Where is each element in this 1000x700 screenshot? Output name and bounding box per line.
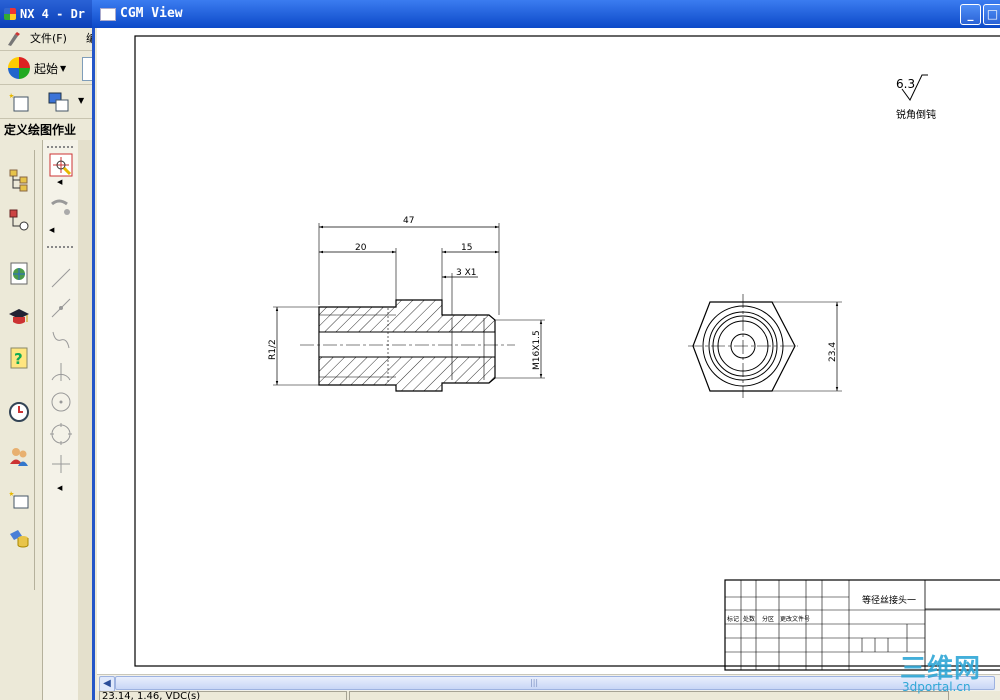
- chevron-down-icon[interactable]: ▼: [78, 96, 84, 105]
- svg-text:?: ?: [14, 350, 23, 368]
- training-icon[interactable]: [8, 306, 30, 330]
- resource-bar: ?: [4, 150, 35, 590]
- finish-value: 6.3: [896, 77, 915, 91]
- surface-finish-symbol: 6.3 锐角倒钝: [896, 74, 936, 121]
- dim-pipe-thread: R1/2: [268, 339, 278, 360]
- coordinate-readout: 23.14, 1.46, VDC(s): [99, 691, 347, 700]
- scroll-left-icon[interactable]: ◀: [99, 676, 115, 692]
- status-cell: [349, 691, 949, 700]
- new-sheet-icon[interactable]: [8, 91, 30, 113]
- cgm-window-title: CGM View: [120, 6, 183, 21]
- section-view: 47 20 15 3 X1 R1/2 M16X1.5: [268, 216, 545, 392]
- menu-file[interactable]: 文件(F): [30, 28, 67, 50]
- tb-label-change-doc: 更改文件号: [780, 615, 810, 623]
- insert-point-icon[interactable]: [49, 153, 73, 177]
- palette-grip[interactable]: [47, 146, 73, 148]
- chevron-left-icon[interactable]: ◀: [49, 226, 54, 234]
- spline-icon[interactable]: [49, 328, 73, 352]
- drawing-tool-icon: [8, 32, 20, 46]
- nx-standard-toolbar: 起始 ▼: [0, 52, 104, 85]
- arc-icon[interactable]: [49, 360, 73, 384]
- roles-icon[interactable]: [8, 444, 30, 468]
- window-icon: [100, 8, 116, 21]
- view-layout-icon[interactable]: [48, 91, 70, 113]
- watermark-url: 3dportal.cn: [902, 680, 971, 694]
- chevron-left-icon[interactable]: ◀: [57, 178, 62, 186]
- scrollbar-thumb[interactable]: [115, 676, 995, 690]
- cgm-title-bar[interactable]: CGM View _ □: [92, 0, 1000, 28]
- circle-center-icon[interactable]: [49, 422, 73, 446]
- engineering-drawing: 6.3 锐角倒钝 47 20 15 3 X1 R1/2 M16X1.5 23.4…: [134, 35, 1000, 671]
- note-text: 锐角倒钝: [896, 108, 936, 121]
- chevron-down-icon: ▼: [60, 63, 67, 73]
- dim-right-length: 15: [461, 243, 472, 253]
- dim-groove: 3 X1: [456, 268, 476, 278]
- start-button-label: 起始: [34, 61, 59, 76]
- sketch-curve-icon[interactable]: [49, 196, 73, 220]
- system-materials-icon[interactable]: [8, 488, 30, 512]
- dim-across-flats: 23.4: [828, 342, 838, 362]
- database-icon[interactable]: [8, 526, 30, 550]
- palette-scroll-strip[interactable]: [78, 140, 92, 700]
- horizontal-scrollbar[interactable]: ◀ |||: [97, 674, 1000, 692]
- help-icon[interactable]: ?: [8, 346, 30, 370]
- palette-title: 定义绘图作业: [0, 120, 100, 140]
- part-navigator-icon[interactable]: [8, 168, 30, 192]
- minimize-button[interactable]: _: [960, 4, 981, 25]
- nx-menu-bar: 文件(F) 编: [0, 28, 100, 51]
- start-button[interactable]: 起始 ▼: [8, 56, 66, 80]
- sheet-border: [134, 35, 1000, 667]
- drafting-tools-palette: ◀ ◀ ◀: [42, 140, 80, 700]
- end-view: 23.4: [688, 294, 842, 398]
- scroll-grip-icon: |||: [530, 678, 539, 687]
- line-icon[interactable]: [49, 266, 73, 290]
- tb-label-mark: 标记: [727, 615, 739, 623]
- tb-label-count: 处数: [743, 615, 755, 623]
- tb-label-zone: 分区: [762, 615, 774, 623]
- dim-thread: M16X1.5: [532, 330, 542, 370]
- circle-icon[interactable]: [49, 390, 73, 414]
- drawing-canvas[interactable]: 6.3 锐角倒钝 47 20 15 3 X1 R1/2 M16X1.5 23.4…: [97, 28, 1000, 674]
- maximize-button[interactable]: □: [983, 4, 1000, 25]
- crosshair-icon[interactable]: [49, 452, 73, 476]
- part-name: 等径丝接头一: [862, 594, 916, 606]
- dim-overall-length: 47: [403, 216, 414, 226]
- dim-left-length: 20: [355, 243, 367, 253]
- start-icon: [8, 57, 30, 79]
- palette-grip[interactable]: [47, 246, 73, 248]
- nx-drawing-toolbar: ▼: [0, 86, 100, 119]
- assembly-navigator-icon[interactable]: [8, 208, 30, 232]
- nx-window-title: NX 4 - Dr: [20, 7, 86, 21]
- nx-app-icon: [4, 8, 16, 20]
- history-clock-icon[interactable]: [8, 400, 30, 424]
- web-browser-icon[interactable]: [8, 262, 30, 286]
- chevron-left-icon[interactable]: ◀: [57, 484, 62, 492]
- line-tangent-icon[interactable]: [49, 296, 73, 320]
- nx-title-bar[interactable]: NX 4 - Dr: [0, 0, 100, 28]
- status-bar: 23.14, 1.46, VDC(s): [97, 691, 1000, 700]
